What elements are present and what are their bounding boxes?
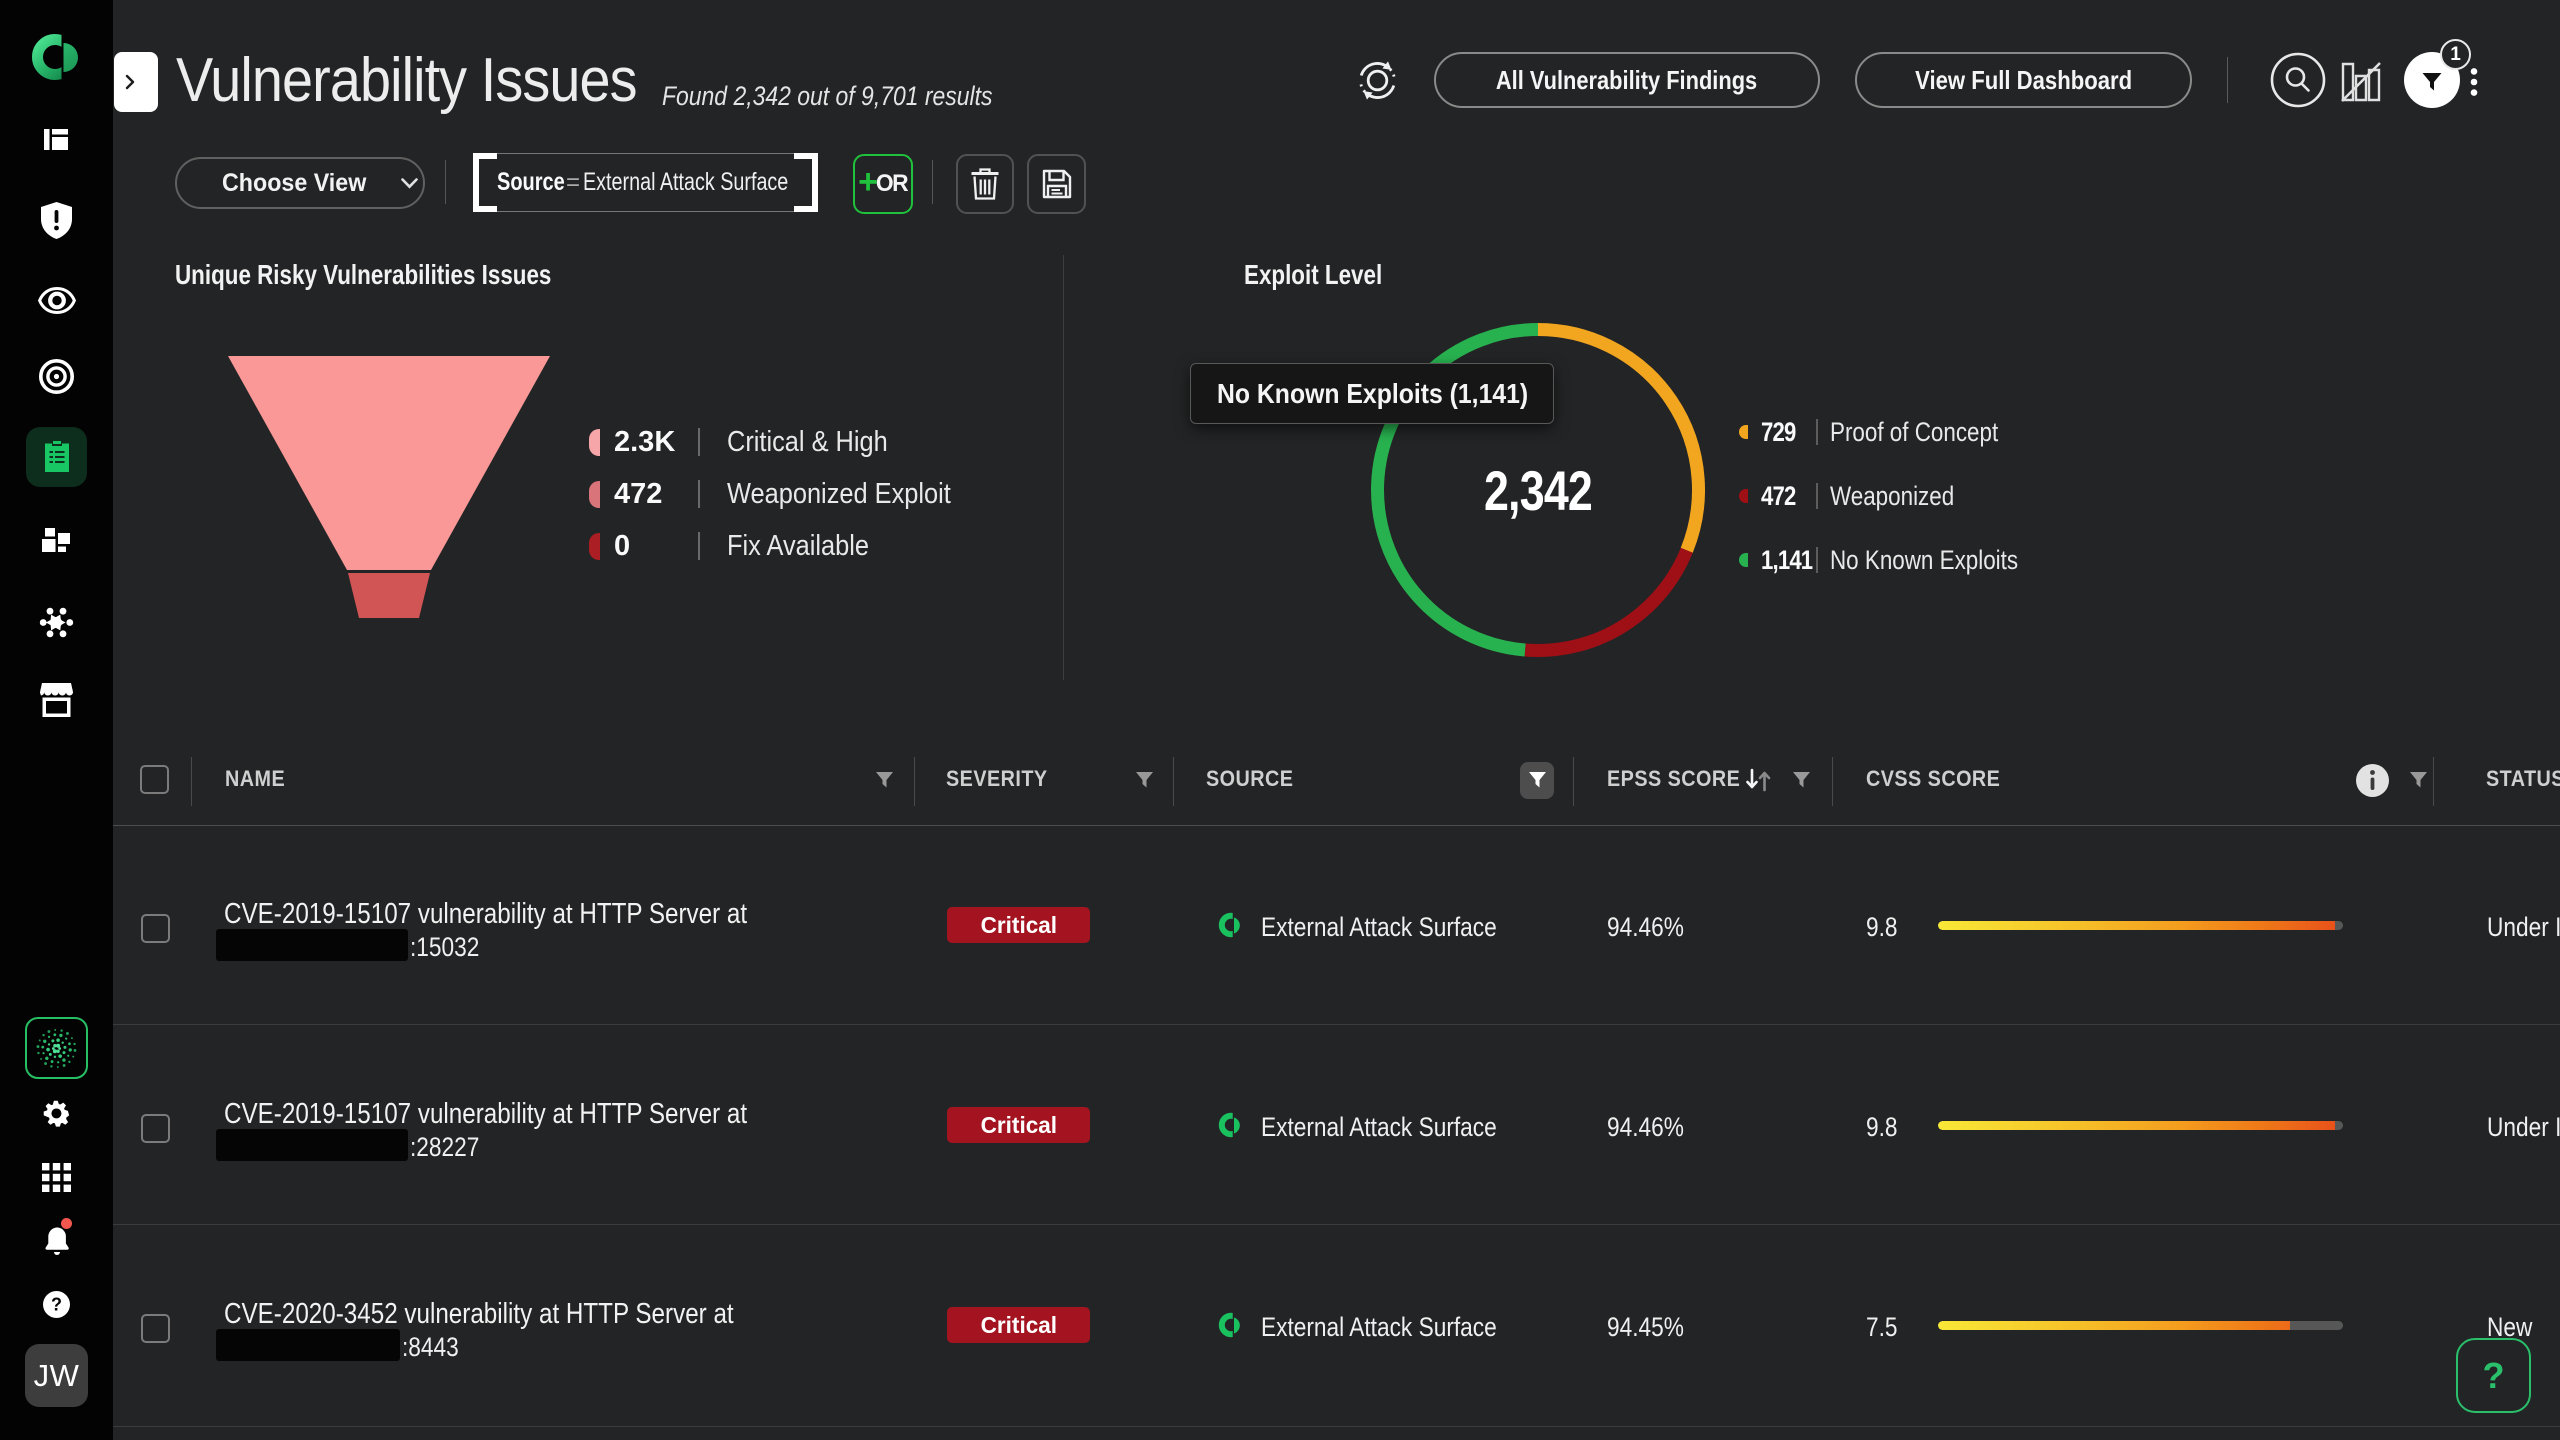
svg-text:?: ? [51, 1295, 62, 1315]
